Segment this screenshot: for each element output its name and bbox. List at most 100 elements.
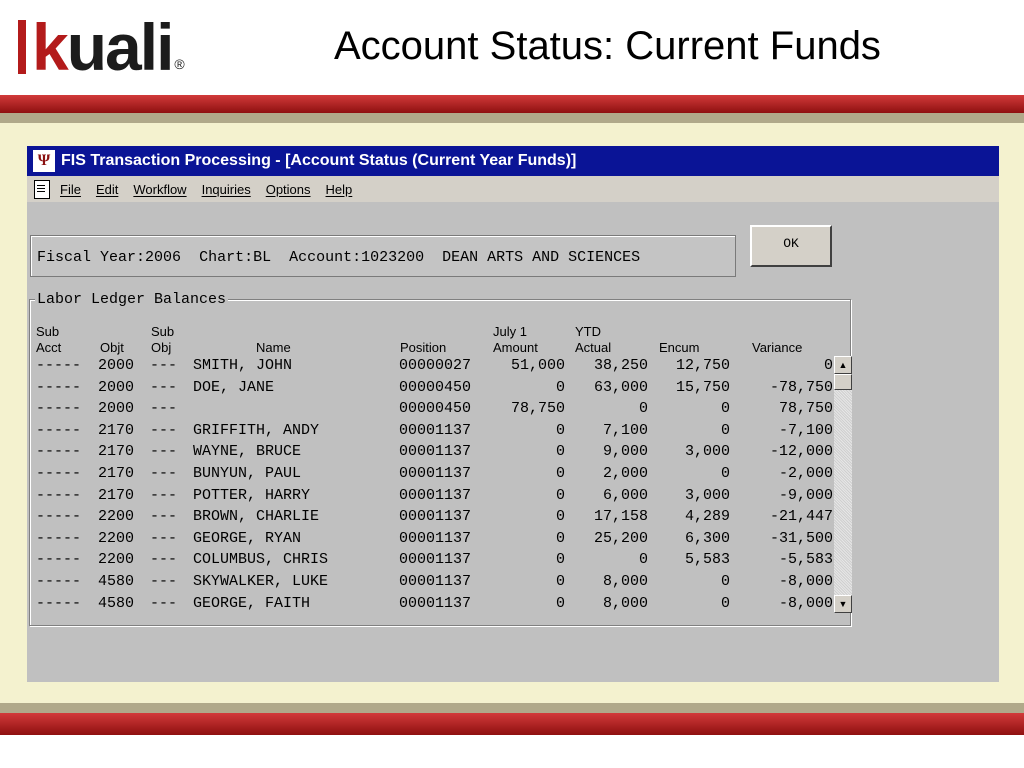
cell-july: 0 xyxy=(555,378,565,396)
cell-sub-obj: --- xyxy=(150,486,178,504)
cell-name: GEORGE, RYAN xyxy=(193,529,302,547)
cell-july: 0 xyxy=(555,594,565,612)
cell-objt: 2170 xyxy=(98,443,135,461)
scroll-track[interactable] xyxy=(834,390,852,595)
table-row[interactable]: ----- 2170 --- POTTER, HARRY 00001137 0 6,000 3… xyxy=(30,487,840,508)
table-row[interactable]: ----- 4580 --- SKYWALKER, LUKE 00001137 0 8,00… xyxy=(30,573,840,594)
cell-ytd: 8,000 xyxy=(602,573,648,590)
cell-july: 51,000 xyxy=(510,357,565,374)
scroll-thumb[interactable] xyxy=(834,374,852,390)
cell-variance: -21,447 xyxy=(769,508,833,526)
cell-position: 00001137 xyxy=(399,421,472,439)
table-row[interactable]: ----- 2000 --- SMITH, JOHN 00000027 51,000 38,… xyxy=(30,357,840,378)
menu-file[interactable]: File xyxy=(60,182,81,197)
table-row[interactable]: ----- 2170 --- BUNYUN, PAUL 00001137 0 2,000 0 -… xyxy=(30,465,840,486)
header-july-amount: July 1 Amount xyxy=(493,324,538,355)
cell-ytd: 8,000 xyxy=(602,594,648,612)
cell-variance: 0 xyxy=(823,357,833,374)
menu-edit[interactable]: Edit xyxy=(96,182,118,197)
cell-encum: 3,000 xyxy=(684,443,730,461)
cell-name: BROWN, CHARLIE xyxy=(193,508,320,526)
menu-options[interactable]: Options xyxy=(266,182,311,197)
cell-objt: 4580 xyxy=(98,573,135,590)
cell-ytd: 6,000 xyxy=(602,486,648,504)
cell-sub-acct: ----- xyxy=(36,508,82,526)
group-title: Labor Ledger Balances xyxy=(35,291,229,308)
cell-position: 00001137 xyxy=(399,508,472,526)
account-info-panel: Fiscal Year:2006 Chart:BL Account:102320… xyxy=(30,235,736,277)
table-row[interactable]: ----- 4580 --- GEORGE, FAITH 00001137 0 8,000 0… xyxy=(30,595,840,616)
cell-ytd: 0 xyxy=(638,400,648,418)
cell-sub-acct: ----- xyxy=(36,573,82,590)
scroll-down-button[interactable]: ▼ xyxy=(834,595,852,613)
cell-position: 00001137 xyxy=(399,529,472,547)
chart-label: Chart: xyxy=(199,249,254,266)
cell-position: 00001137 xyxy=(399,551,472,569)
table-row[interactable]: ----- 2000 --- 00000450 78,750 0 0 78,750 xyxy=(30,400,840,421)
kuali-logo: kuali ® xyxy=(18,14,185,80)
fiscal-year-field[interactable]: 2006 xyxy=(145,249,181,266)
cell-encum: 15,750 xyxy=(675,378,730,396)
cell-sub-obj: --- xyxy=(150,508,178,526)
scroll-up-button[interactable]: ▲ xyxy=(834,356,852,374)
cell-ytd: 25,200 xyxy=(593,529,648,547)
cell-variance: -78,750 xyxy=(769,378,833,396)
table-row[interactable]: ----- 2170 --- GRIFFITH, ANDY 00001137 0 7,100… xyxy=(30,422,840,443)
header-name: Name xyxy=(256,340,291,355)
cell-ytd: 17,158 xyxy=(593,508,648,526)
cell-objt: 2000 xyxy=(98,357,135,374)
cell-sub-obj: --- xyxy=(150,465,178,482)
cell-name: GEORGE, FAITH xyxy=(193,594,311,612)
cell-position: 00000450 xyxy=(399,400,472,418)
cell-july: 0 xyxy=(555,573,565,590)
cell-sub-acct: ----- xyxy=(36,551,82,569)
top-red-band xyxy=(0,95,1024,113)
cell-encum: 0 xyxy=(720,465,730,482)
menu-help[interactable]: Help xyxy=(326,182,353,197)
cell-sub-obj: --- xyxy=(150,573,178,590)
cell-objt: 2170 xyxy=(98,421,135,439)
cell-position: 00001137 xyxy=(399,443,472,461)
bottom-gray-band xyxy=(0,703,1024,713)
window-titlebar[interactable]: Ψ FIS Transaction Processing - [Account … xyxy=(27,146,999,176)
cell-sub-acct: ----- xyxy=(36,594,82,612)
menu-workflow[interactable]: Workflow xyxy=(133,182,186,197)
cell-sub-obj: --- xyxy=(150,378,178,396)
menu-bar: File Edit Workflow Inquiries Options Hel… xyxy=(27,176,999,202)
cell-variance: -2,000 xyxy=(778,465,833,482)
cell-sub-obj: --- xyxy=(150,400,178,418)
slide-title: Account Status: Current Funds xyxy=(334,24,881,68)
account-name: DEAN ARTS AND SCIENCES xyxy=(442,249,641,266)
table-row[interactable]: ----- 2200 --- BROWN, CHARLIE 00001137 0 17,15… xyxy=(30,508,840,529)
menu-inquiries[interactable]: Inquiries xyxy=(202,182,251,197)
logo-wordmark: kuali xyxy=(32,14,174,80)
cell-sub-acct: ----- xyxy=(36,421,82,439)
table-row[interactable]: ----- 2200 --- COLUMBUS, CHRIS 00001137 0 0 5,5… xyxy=(30,551,840,572)
cell-position: 00001137 xyxy=(399,486,472,504)
table-row[interactable]: ----- 2000 --- DOE, JANE 00000450 0 63,000 15,7… xyxy=(30,379,840,400)
header-sub-acct: Sub Acct xyxy=(36,324,62,355)
cell-july: 0 xyxy=(555,465,565,482)
table-row[interactable]: ----- 2200 --- GEORGE, RYAN 00001137 0 25,200 6… xyxy=(30,530,840,551)
cell-objt: 2170 xyxy=(98,465,135,482)
cell-july: 78,750 xyxy=(510,400,565,418)
cell-encum: 12,750 xyxy=(675,357,730,374)
cell-ytd: 63,000 xyxy=(593,378,648,396)
table-row[interactable]: ----- 2170 --- WAYNE, BRUCE 00001137 0 9,000 3,… xyxy=(30,443,840,464)
cell-sub-acct: ----- xyxy=(36,465,82,482)
cell-name: COLUMBUS, CHRIS xyxy=(193,551,329,569)
ok-button[interactable]: OK xyxy=(750,225,832,267)
account-number: 1023200 xyxy=(361,249,425,266)
cell-sub-obj: --- xyxy=(150,443,178,461)
cell-encum: 6,300 xyxy=(684,529,730,547)
cell-ytd: 9,000 xyxy=(602,443,648,461)
fis-window: Ψ FIS Transaction Processing - [Account … xyxy=(27,146,999,682)
document-icon[interactable] xyxy=(34,179,50,199)
cell-encum: 0 xyxy=(720,594,730,612)
header-encum: Encum xyxy=(659,340,700,355)
cell-july: 0 xyxy=(555,551,565,569)
cell-july: 0 xyxy=(555,443,565,461)
cell-variance: -31,500 xyxy=(769,529,833,547)
account-label: Account: xyxy=(289,249,362,266)
cell-july: 0 xyxy=(555,508,565,526)
